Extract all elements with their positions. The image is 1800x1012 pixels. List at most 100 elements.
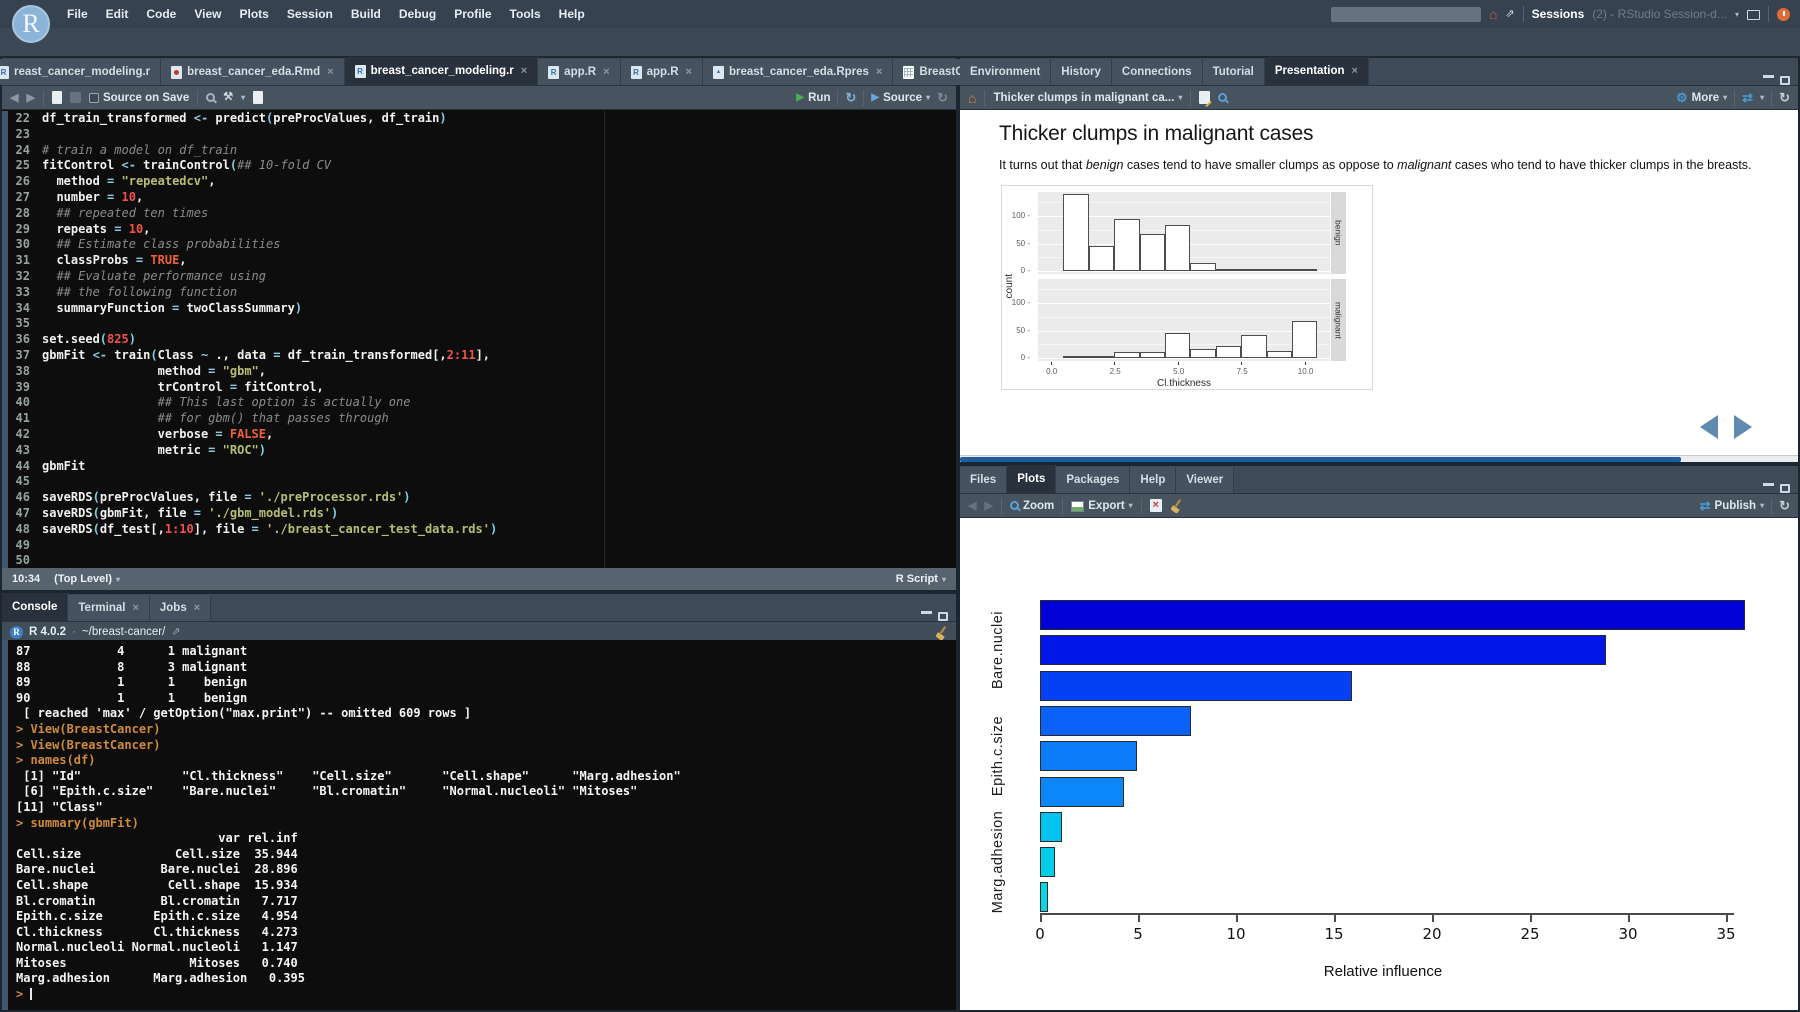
refresh-plot-icon[interactable]: ↻ xyxy=(1779,498,1790,514)
chevron-down-icon[interactable]: ▾ xyxy=(1735,10,1739,19)
close-icon[interactable]: × xyxy=(327,66,333,78)
popout-icon[interactable]: ⇗ xyxy=(171,627,180,638)
tab-reast-cancer-modeling-r[interactable]: reast_cancer_modeling.r xyxy=(0,59,161,85)
publish-caret-icon[interactable]: ▾ xyxy=(1760,93,1764,102)
run-button[interactable]: ▶ Run xyxy=(796,92,830,104)
tab-jobs[interactable]: Jobs× xyxy=(150,595,211,621)
rerun-icon[interactable]: ↻ xyxy=(845,90,856,106)
menu-tools[interactable]: Tools xyxy=(501,0,550,28)
open-in-window-icon[interactable]: ⇗ xyxy=(1505,9,1514,20)
sessions-label[interactable]: Sessions xyxy=(1532,7,1585,21)
console-output[interactable]: 87 4 1 malignant88 8 3 malignant89 1 1 b… xyxy=(2,640,956,1010)
tab-breast-cancer-eda-rpres[interactable]: breast_cancer_eda.Rpres× xyxy=(703,59,893,85)
maximize-pane-icon[interactable] xyxy=(1780,76,1790,85)
maximize-pane-icon[interactable] xyxy=(1780,484,1790,493)
close-icon[interactable]: × xyxy=(876,66,882,78)
export-menu[interactable]: Export ▾ xyxy=(1071,499,1132,512)
tab-help[interactable]: Help xyxy=(1130,467,1176,493)
tab-packages[interactable]: Packages xyxy=(1056,467,1130,493)
tab-terminal[interactable]: Terminal× xyxy=(68,595,150,621)
menu-profile[interactable]: Profile xyxy=(445,0,500,28)
menu-view[interactable]: View xyxy=(185,0,230,28)
histogram-bar xyxy=(1292,269,1317,271)
close-icon[interactable]: × xyxy=(521,65,527,77)
forward-icon[interactable]: ▶ xyxy=(26,91,34,104)
clear-plots-icon[interactable] xyxy=(1170,499,1183,512)
show-in-window-icon[interactable] xyxy=(52,91,62,104)
panel-layout-icon[interactable] xyxy=(1747,10,1760,20)
zoom-plot-button[interactable]: Zoom xyxy=(1010,500,1054,512)
r-file-icon xyxy=(0,66,9,79)
menu-file[interactable]: File xyxy=(58,0,97,28)
main-toolbar: ▾ ▾ ⊞ ▾ Addins ▾ R Project: (None) ▾ xyxy=(0,28,1800,58)
previous-slide-icon[interactable] xyxy=(1700,415,1718,439)
tab-console[interactable]: Console xyxy=(2,593,68,621)
slide-selector[interactable]: Thicker clumps in malignant ca... ▾ xyxy=(993,92,1182,104)
scope-selector[interactable]: (Top Level) ▾ xyxy=(54,573,120,585)
publish-icon[interactable]: ⇄ xyxy=(1742,90,1753,106)
code-editor[interactable]: 22df_train_transformed <- predict(prePro… xyxy=(2,111,956,568)
minimize-pane-icon[interactable] xyxy=(921,611,932,614)
resource-icon[interactable]: ↻ xyxy=(937,90,948,106)
close-icon[interactable]: × xyxy=(603,66,609,78)
clear-console-icon[interactable] xyxy=(935,626,948,639)
tab-plots[interactable]: Plots xyxy=(1007,465,1056,493)
save-source-icon[interactable] xyxy=(70,92,81,103)
tab-files[interactable]: Files xyxy=(960,467,1007,493)
minimize-pane-icon[interactable] xyxy=(1763,483,1774,486)
histogram-bar xyxy=(1267,351,1292,358)
back-icon[interactable]: ◀ xyxy=(10,91,18,104)
find-replace-icon[interactable] xyxy=(206,93,215,102)
close-icon[interactable]: × xyxy=(686,66,692,78)
scrollbar-thumb[interactable] xyxy=(960,457,1681,462)
menu-code[interactable]: Code xyxy=(137,0,185,28)
menu-help[interactable]: Help xyxy=(550,0,594,28)
menu-session[interactable]: Session xyxy=(278,0,342,28)
zoom-presentation-icon[interactable] xyxy=(1218,93,1227,102)
close-icon[interactable]: × xyxy=(194,602,200,614)
menu-plots[interactable]: Plots xyxy=(230,0,277,28)
close-icon[interactable]: × xyxy=(1352,65,1358,77)
code-tools-icon[interactable]: ⚒ xyxy=(223,92,233,103)
home-icon[interactable]: ⌂ xyxy=(1489,6,1497,22)
horizontal-scrollbar[interactable] xyxy=(960,455,1798,462)
presentation-home-icon[interactable]: ⌂ xyxy=(968,90,976,106)
previous-plot-icon[interactable]: ◀ xyxy=(968,499,976,512)
source-button[interactable]: ▶ Source ▾ xyxy=(871,92,930,104)
refresh-presentation-icon[interactable]: ↻ xyxy=(1779,90,1790,106)
remove-plot-icon[interactable] xyxy=(1150,499,1162,512)
tab-environment[interactable]: Environment xyxy=(960,59,1051,85)
tab-tutorial[interactable]: Tutorial xyxy=(1203,59,1265,85)
tab-presentation[interactable]: Presentation× xyxy=(1265,57,1369,85)
menu-edit[interactable]: Edit xyxy=(97,0,138,28)
source-on-save-toggle[interactable]: Source on Save xyxy=(89,92,189,104)
doc-type-selector[interactable]: R Script ▾ xyxy=(896,573,946,585)
tab-connections[interactable]: Connections xyxy=(1112,59,1203,85)
compile-report-icon[interactable] xyxy=(253,91,263,104)
close-icon[interactable]: × xyxy=(132,602,138,614)
edit-presentation-icon[interactable] xyxy=(1199,91,1210,104)
code-line: 49 xyxy=(8,538,956,554)
publish-plot-menu[interactable]: ⇄ Publish ▾ xyxy=(1700,498,1764,514)
line-number: 46 xyxy=(8,490,42,506)
tab-app-r[interactable]: app.R× xyxy=(621,59,703,85)
tab-breast-cancer-eda-rmd[interactable]: breast_cancer_eda.Rmd× xyxy=(161,59,344,85)
working-directory[interactable]: ~/breast-cancer/ xyxy=(82,626,165,638)
checkbox-icon[interactable] xyxy=(89,93,99,103)
more-menu[interactable]: ⚙ More ▾ xyxy=(1676,90,1727,106)
tab-viewer[interactable]: Viewer xyxy=(1176,467,1234,493)
export-image-icon xyxy=(1071,501,1084,512)
maximize-pane-icon[interactable] xyxy=(938,612,948,621)
slide-heading: Thicker clumps in malignant cases xyxy=(999,122,1778,146)
menu-build[interactable]: Build xyxy=(342,0,390,28)
minimize-pane-icon[interactable] xyxy=(1763,75,1774,78)
code-tools-caret-icon[interactable]: ▾ xyxy=(241,93,245,102)
tab-history[interactable]: History xyxy=(1051,59,1112,85)
quit-session-icon[interactable] xyxy=(1777,8,1790,21)
menu-debug[interactable]: Debug xyxy=(390,0,445,28)
next-plot-icon[interactable]: ▶ xyxy=(984,499,992,512)
line-number: 33 xyxy=(8,285,42,301)
tab-app-r[interactable]: app.R× xyxy=(538,59,620,85)
next-slide-icon[interactable] xyxy=(1734,415,1752,439)
tab-breast-cancer-modeling-r[interactable]: breast_cancer_modeling.r× xyxy=(345,57,539,85)
